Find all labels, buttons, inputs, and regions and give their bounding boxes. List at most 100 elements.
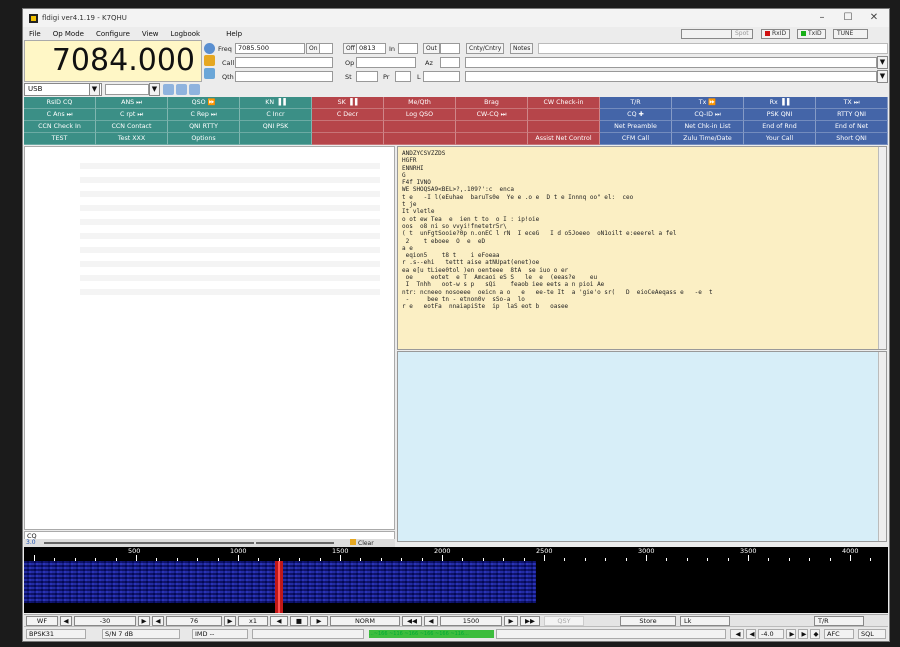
left-text-panel[interactable] (24, 146, 395, 530)
sql-button[interactable]: SQL (858, 629, 886, 639)
tx-diamond-icon[interactable]: ◆ (810, 629, 820, 639)
notes-button[interactable]: Notes (510, 43, 534, 54)
macro-button[interactable]: QNI PSK (240, 121, 312, 133)
rx-scrollbar[interactable] (878, 147, 886, 349)
locator-field[interactable] (423, 71, 460, 82)
close-icon[interactable]: ✕ (861, 9, 887, 27)
macro-button[interactable]: RsID CQ (24, 97, 96, 109)
fast-right-icon[interactable]: ▶▶ (520, 616, 540, 626)
audio-frequency-field[interactable]: 1500 (440, 616, 502, 626)
qth-icon[interactable] (204, 68, 215, 79)
lock-button[interactable]: Lk (680, 616, 730, 626)
macro-button[interactable] (312, 133, 384, 145)
range-field[interactable]: 76 (166, 616, 222, 626)
tx-left-icon[interactable]: ◀ (730, 629, 744, 639)
step-right-icon[interactable]: ▶ (504, 616, 518, 626)
macro-button[interactable]: C rpt ⏭ (96, 109, 168, 121)
info-field[interactable] (465, 71, 877, 82)
refresh-icon[interactable] (204, 43, 215, 54)
macro-button[interactable]: Test XXX (96, 133, 168, 145)
bandwidth-field[interactable] (105, 84, 149, 95)
macro-button[interactable] (528, 109, 600, 121)
bw-icon-1[interactable] (163, 84, 174, 95)
slider-track[interactable] (44, 542, 254, 544)
notes-field[interactable] (538, 43, 888, 54)
tuning-cursor[interactable] (278, 561, 280, 613)
comment-dropdown-icon[interactable]: ▼ (877, 56, 888, 69)
macro-button[interactable]: T/R (600, 97, 672, 109)
afc-button[interactable]: AFC (824, 629, 854, 639)
freq-field[interactable]: 7085.500 (235, 43, 305, 54)
macro-button[interactable]: Zulu Time/Date (672, 133, 744, 145)
cnty-cntry-button[interactable]: Cnty/Cntry (466, 43, 505, 54)
qsy-button[interactable]: QSY (544, 616, 584, 626)
zoom-in-icon[interactable]: ▶ (310, 616, 328, 626)
macro-button[interactable]: CW Check-in (528, 97, 600, 109)
range-down-icon[interactable]: ◀ (152, 616, 164, 626)
macro-button[interactable]: Net Chk-in List (672, 121, 744, 133)
macro-button[interactable] (456, 133, 528, 145)
macro-button[interactable]: CQ ✚ (600, 109, 672, 121)
macro-button[interactable]: CCN Contact (96, 121, 168, 133)
call-field[interactable] (235, 57, 333, 68)
az-field[interactable] (440, 57, 460, 68)
menu-configure[interactable]: Configure (90, 30, 136, 38)
qth-field[interactable] (235, 71, 333, 82)
macro-button[interactable]: RTTY QNI (816, 109, 888, 121)
macro-button[interactable]: Log QSO (384, 109, 456, 121)
macro-button[interactable]: Short QNI (816, 133, 888, 145)
menu-help[interactable]: Help (220, 30, 248, 38)
on-field[interactable] (319, 43, 333, 54)
macro-button[interactable] (528, 121, 600, 133)
macro-button[interactable]: CFM Call (600, 133, 672, 145)
macro-button[interactable]: Me/Qth (384, 97, 456, 109)
macro-button[interactable]: CQ-ID ⏭ (672, 109, 744, 121)
off-field[interactable]: 0813 (356, 43, 386, 54)
info-dropdown-icon[interactable]: ▼ (877, 70, 888, 83)
zoom-out-icon[interactable]: ◀ (270, 616, 288, 626)
menu-op-mode[interactable]: Op Mode (47, 30, 90, 38)
maximize-icon[interactable]: ☐ (835, 9, 861, 27)
menu-view[interactable]: View (136, 30, 165, 38)
macro-button[interactable]: C Ans ⏭ (24, 109, 96, 121)
macro-button[interactable]: Tx ⏩ (672, 97, 744, 109)
fast-left-icon[interactable]: ◀◀ (402, 616, 422, 626)
tx-step-right-icon[interactable]: ▶ (786, 629, 796, 639)
spot-button[interactable]: Spot (731, 29, 753, 39)
step-left-icon[interactable]: ◀ (424, 616, 438, 626)
lookup-icon[interactable] (204, 55, 215, 66)
macro-button[interactable]: TX ⏭ (816, 97, 888, 109)
macro-button[interactable]: Your Call (744, 133, 816, 145)
level-field[interactable]: -30 (74, 616, 136, 626)
st-field[interactable] (356, 71, 378, 82)
tx-level-field[interactable]: -4.0 (758, 629, 784, 639)
mode-status[interactable]: BPSK31 (26, 629, 86, 639)
macro-button[interactable]: End of Rnd (744, 121, 816, 133)
out-field[interactable] (440, 43, 460, 54)
macro-button[interactable]: Net Preamble (600, 121, 672, 133)
macro-button[interactable]: C Rep ⏭ (168, 109, 240, 121)
macro-button[interactable] (384, 121, 456, 133)
macro-button[interactable] (240, 133, 312, 145)
pr-field[interactable] (395, 71, 411, 82)
range-up-icon[interactable]: ▶ (224, 616, 236, 626)
macro-button[interactable]: CW-CQ ⏭ (456, 109, 528, 121)
zoom-button[interactable]: x1 (238, 616, 268, 626)
mode-dropdown-icon[interactable]: ▼ (89, 83, 100, 96)
frequency-display[interactable]: 7084.000 (24, 40, 202, 82)
tr-button[interactable]: T/R (814, 616, 864, 626)
frequency-scale[interactable]: 50010001500200025003000350040004500 (24, 547, 888, 561)
macro-button[interactable]: Assist Net Control (528, 133, 600, 145)
in-field[interactable] (398, 43, 418, 54)
minimize-icon[interactable]: – (809, 9, 835, 27)
waterfall-display[interactable] (24, 561, 888, 613)
macro-button[interactable]: CCN Check In (24, 121, 96, 133)
txid-button[interactable]: TxID (797, 29, 826, 39)
tx-scrollbar[interactable] (878, 352, 886, 541)
bw-icon-2[interactable] (176, 84, 187, 95)
op-field[interactable] (356, 57, 416, 68)
macro-button[interactable] (456, 121, 528, 133)
macro-button[interactable]: C Incr (240, 109, 312, 121)
macro-button[interactable]: QSO ⏩ (168, 97, 240, 109)
store-button[interactable]: Store (620, 616, 676, 626)
